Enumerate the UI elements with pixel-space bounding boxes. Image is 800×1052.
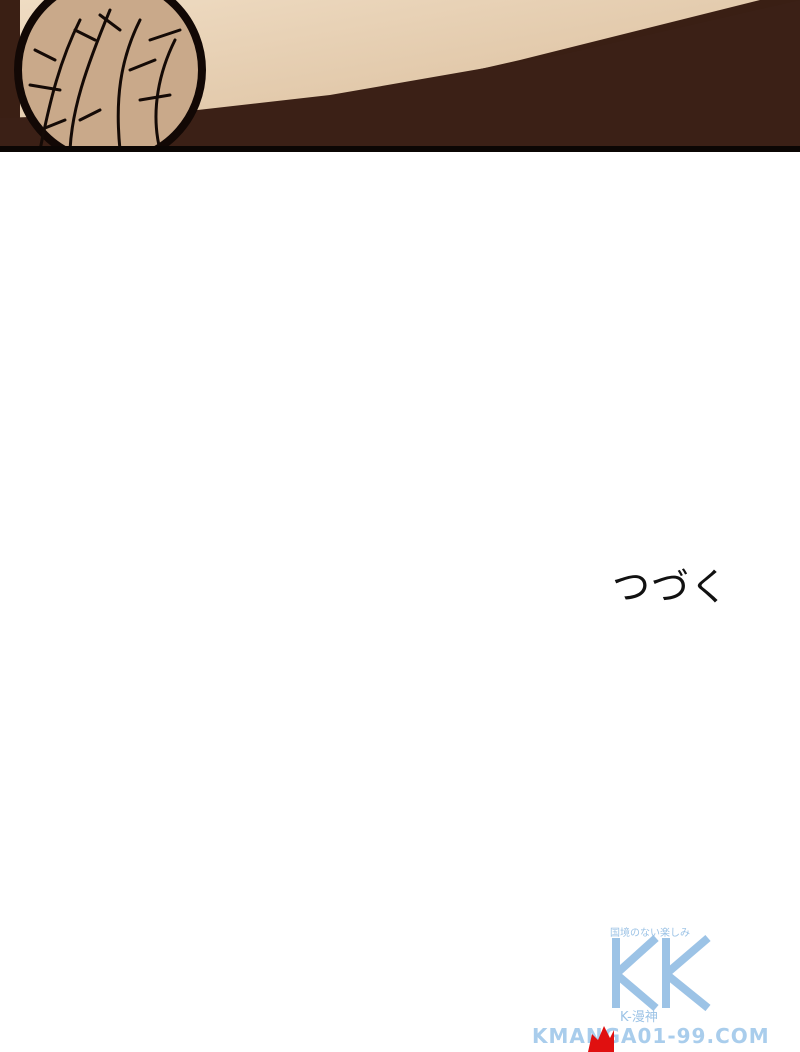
k-logo-icon <box>612 934 711 1012</box>
watermark-url: KMANGA01-99.COM <box>532 1024 770 1048</box>
red-flame-icon <box>588 1026 614 1052</box>
watermark-subtitle: K-漫神 <box>620 1010 658 1025</box>
to-be-continued-text: つづく <box>612 565 730 609</box>
panel-artwork <box>0 0 800 152</box>
site-watermark: 国境のない楽しみ K-漫神 KMANGA01-99.COM <box>528 922 800 1052</box>
comic-panel-illustration <box>0 0 800 152</box>
comic-page: つづく 国境のない楽しみ K-漫神 KMANGA01-99.COM <box>0 0 800 1052</box>
